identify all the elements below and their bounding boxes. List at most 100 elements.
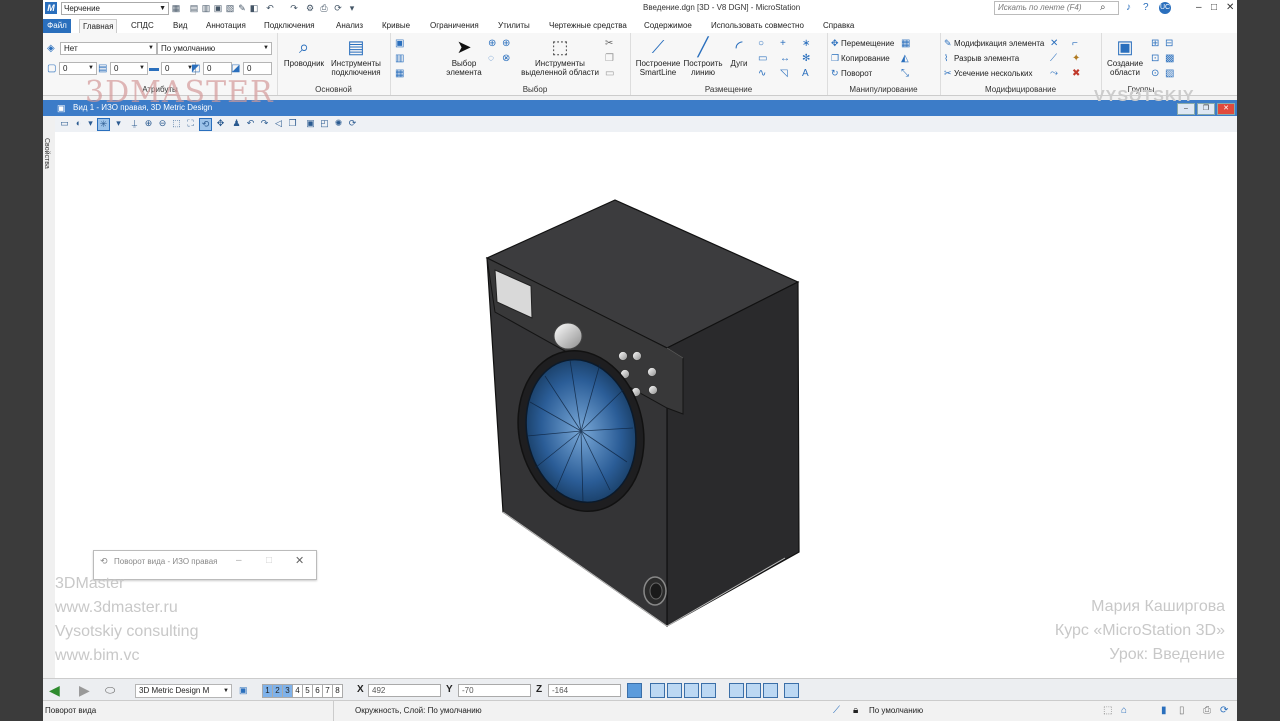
- point-array-icon[interactable]: ∗: [802, 38, 810, 49]
- view-mode-menu-icon[interactable]: ▾: [113, 118, 124, 129]
- undo-icon[interactable]: ↶: [265, 3, 275, 13]
- delete-icon[interactable]: ✖: [1072, 68, 1080, 79]
- back-arrow-icon[interactable]: ◀: [49, 683, 60, 697]
- tab-constraints[interactable]: Ограничения: [427, 19, 482, 33]
- create-region-button[interactable]: ▣ Создание области: [1103, 37, 1147, 77]
- update-view-icon[interactable]: ⍊: [129, 118, 140, 129]
- dimension-icon[interactable]: ↔: [780, 53, 790, 64]
- y-coordinate-field[interactable]: -70: [458, 684, 531, 697]
- minimize-icon[interactable]: –: [1196, 2, 1202, 14]
- tab-drawing-tools[interactable]: Чертежные средства: [546, 19, 630, 33]
- extend-icon[interactable]: ⟋: [1050, 53, 1057, 64]
- tab-content[interactable]: Содержимое: [641, 19, 695, 33]
- fit-view-icon[interactable]: ⛶: [185, 118, 196, 129]
- print-icon[interactable]: ⎙: [319, 3, 329, 13]
- text-icon[interactable]: A: [802, 68, 809, 79]
- back-view-icon[interactable]: [746, 683, 761, 698]
- help-icon[interactable]: ?: [1143, 2, 1149, 14]
- view-rotation-icon[interactable]: ⟳: [347, 118, 358, 129]
- render-icon[interactable]: ✺: [333, 118, 344, 129]
- notification-bell-icon[interactable]: ♪: [1126, 2, 1131, 14]
- view-previous-icon[interactable]: ◁: [273, 118, 284, 129]
- iso-view-icon[interactable]: [701, 683, 716, 698]
- pan-view-icon[interactable]: ✥: [215, 118, 226, 129]
- maximize-icon[interactable]: □: [1211, 2, 1217, 14]
- point-icon[interactable]: +: [780, 38, 786, 49]
- models-icon[interactable]: ▥: [395, 53, 404, 64]
- sync-icon[interactable]: ⟳: [1220, 701, 1228, 721]
- redo-icon[interactable]: ↷: [289, 3, 299, 13]
- zoom-out-icon[interactable]: ⊖: [157, 118, 168, 129]
- rectangle-icon[interactable]: ▭: [758, 53, 767, 64]
- wrench-icon[interactable]: ✎: [237, 3, 247, 13]
- select-group-icon[interactable]: ⊕: [502, 38, 510, 49]
- user-avatar[interactable]: UC: [1159, 2, 1171, 14]
- clip-volume-icon[interactable]: ▣: [305, 118, 316, 129]
- rotate-button[interactable]: ↻ Поворот: [831, 68, 872, 79]
- model-combo[interactable]: 3D Metric Design M ▼: [135, 684, 232, 698]
- pattern-icon[interactable]: ▧: [1165, 68, 1174, 79]
- selection-tools-button[interactable]: ⬚ Инструменты выделенной области: [520, 37, 600, 77]
- dialog-maximize-icon[interactable]: □: [266, 555, 272, 566]
- mirror-icon[interactable]: ◭: [901, 53, 909, 64]
- model-props-icon[interactable]: ⬭: [105, 683, 115, 697]
- tab-home[interactable]: Главная: [79, 19, 118, 34]
- line-style-combo[interactable]: 0 ▼: [110, 62, 148, 75]
- color-combo[interactable]: 0 ▼: [59, 62, 97, 75]
- view-attributes-icon[interactable]: ▭: [59, 118, 70, 129]
- cell-icon[interactable]: ✻: [802, 53, 810, 64]
- left-view-icon[interactable]: [763, 683, 778, 698]
- place-line-button[interactable]: ╱ Построить линию: [683, 37, 723, 77]
- view-groups-icon[interactable]: ▣: [239, 683, 248, 697]
- lock-icon[interactable]: ⊙: [1151, 68, 1159, 79]
- next-view-icon[interactable]: ↷: [259, 118, 270, 129]
- z-coordinate-field[interactable]: -164: [548, 684, 621, 697]
- smartline-button[interactable]: ⟋ Построение SmartLine: [634, 37, 682, 77]
- previous-view-icon[interactable]: ↶: [245, 118, 256, 129]
- view-window[interactable]: ▣ Вид 1 - ИЗО правая, 3D Metric Design –…: [43, 75, 1237, 678]
- bottom-view-icon[interactable]: [729, 683, 744, 698]
- level-combo[interactable]: Нет ▼: [60, 42, 157, 55]
- display-style-icon[interactable]: ◐: [73, 118, 84, 129]
- select-clear-icon[interactable]: ⊗: [502, 53, 510, 64]
- arcs-button[interactable]: ◜ Дуги: [724, 37, 754, 68]
- workflow-combo[interactable]: Черчение ▼: [61, 2, 169, 15]
- chamfer-icon[interactable]: ⤳: [1050, 68, 1058, 79]
- change-attributes-icon[interactable]: ✦: [1072, 53, 1080, 64]
- dialog-minimize-icon[interactable]: –: [236, 555, 242, 566]
- fence-icon[interactable]: ⬚: [1103, 701, 1112, 721]
- tab-view[interactable]: Вид: [170, 19, 190, 33]
- select-element-button[interactable]: ➤ Выбор элемента: [444, 37, 484, 77]
- select-circle-icon[interactable]: ◌: [488, 53, 494, 64]
- camera-icon[interactable]: ◰: [319, 118, 330, 129]
- top-view-icon[interactable]: [650, 683, 665, 698]
- zoom-in-icon[interactable]: ⊕: [143, 118, 154, 129]
- new-file-icon[interactable]: ▤: [189, 3, 199, 13]
- tab-attachments[interactable]: Подключения: [261, 19, 318, 33]
- close-icon[interactable]: ✕: [1226, 2, 1234, 14]
- open-file-icon[interactable]: ▥: [201, 3, 211, 13]
- group-icon[interactable]: ⊞: [1151, 38, 1159, 49]
- view-close-button[interactable]: ✕: [1217, 103, 1235, 115]
- hatch-icon[interactable]: ▩: [1165, 53, 1174, 64]
- graphic-group-icon[interactable]: ⊡: [1151, 53, 1159, 64]
- cut-icon[interactable]: ✂: [605, 38, 613, 49]
- search-icon[interactable]: ⌕: [1100, 2, 1106, 14]
- accudraw-icon[interactable]: [627, 683, 642, 698]
- drawing-canvas[interactable]: 3DMASTER VYSOTSKIY ⟲ Поворот вида - ИЗО …: [55, 75, 1237, 678]
- break-element-button[interactable]: ⌇ Разрыв элемента: [944, 53, 1019, 64]
- trim-multiple-button[interactable]: ✂ Усечение нескольких: [944, 68, 1032, 79]
- view-number-button[interactable]: 8: [332, 684, 343, 698]
- rotate-view-icon[interactable]: ⟲: [199, 118, 212, 131]
- curve-icon[interactable]: ∿: [758, 68, 766, 79]
- x-coordinate-field[interactable]: 492: [368, 684, 441, 697]
- partial-delete-icon[interactable]: ✕: [1050, 38, 1058, 49]
- message-icon[interactable]: ⎙: [1203, 701, 1211, 721]
- front-view-icon[interactable]: [667, 683, 682, 698]
- tab-share[interactable]: Использовать совместно: [708, 19, 807, 33]
- window-area-icon[interactable]: ⬚: [171, 118, 182, 129]
- shape-icon[interactable]: ◹: [780, 68, 788, 79]
- save-icon[interactable]: ▣: [213, 3, 223, 13]
- redraw-icon[interactable]: ⟳: [333, 3, 343, 13]
- save-settings-icon[interactable]: ▧: [225, 3, 235, 13]
